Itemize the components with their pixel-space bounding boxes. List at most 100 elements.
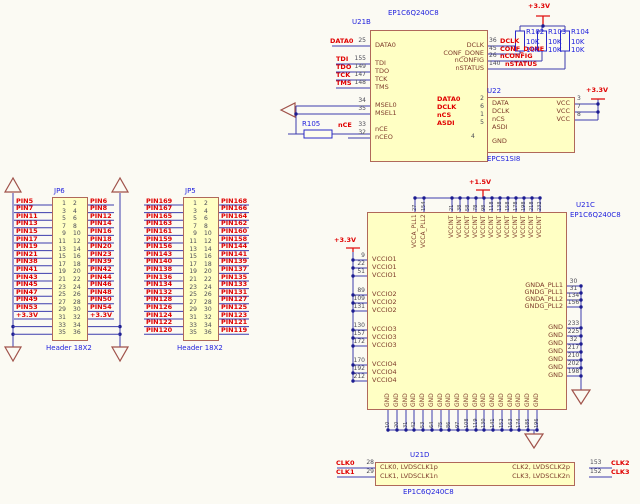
u21c-pin-name: GND [499, 393, 506, 407]
u21c-pin-name: GNDG_PLL2 [487, 303, 563, 310]
u21c-pin-name: VCCIO3 [372, 342, 397, 349]
u21c-pin-name: GND [487, 356, 563, 363]
pin-number: 198 [567, 369, 580, 376]
pin-number: 17 [53, 262, 66, 269]
u21c-pin-name: GND [394, 393, 401, 407]
pin-number: 210 [567, 353, 580, 360]
junction-dot [474, 428, 477, 431]
pin-number: 9 [342, 253, 365, 260]
port-arrow-jp6-bottom-left [5, 347, 21, 361]
resistor-ref: R102 [526, 29, 544, 37]
net-label: nSTATUS [505, 61, 537, 68]
pin-number: 29 [184, 307, 197, 314]
u21c-pin-name: VCCINT [521, 215, 528, 237]
pin-number: 141 [491, 418, 497, 428]
pin-number: 24 [73, 285, 81, 292]
junction-dot [491, 428, 494, 431]
junction-dot [294, 112, 297, 115]
pin-number: 28 [73, 300, 81, 307]
pin-number: 21 [53, 277, 66, 284]
pin-number: 16 [73, 254, 81, 261]
pin-number: 7 [53, 224, 66, 231]
pin-number: 192 [342, 366, 365, 373]
resistor-value: 10K [526, 47, 540, 55]
power-label-1v5: +1.5V [469, 179, 491, 186]
jp6-net-label: +3.3V [90, 312, 112, 319]
u21c-pin-name: VCCINT [465, 215, 472, 237]
pin-number: 2 [73, 201, 77, 208]
u21c-pin-name: GND [487, 340, 563, 347]
pin-number: 25 [184, 292, 197, 299]
u21d-pin-name: CLK1, LVDSCLK1n [380, 473, 438, 480]
pin-number: 33 [184, 323, 197, 330]
u21c-pin-name: VCCIO4 [372, 377, 397, 384]
junction-dot [422, 196, 425, 199]
pin-number: 64 [430, 421, 436, 427]
u21c-pin-name: GND [473, 393, 480, 407]
u22-pin-name: VCC [543, 100, 570, 107]
u21c-pin-name: GND [385, 393, 392, 407]
pin-number: 5 [53, 216, 66, 223]
pin-number: 30 [204, 307, 212, 314]
junction-dot [413, 196, 416, 199]
pin-number: 98 [482, 204, 488, 210]
jp6-net-label: PIN54 [90, 304, 112, 311]
u21c-pin-name: VCCIO1 [372, 264, 397, 271]
pin-number: 97 [456, 421, 462, 427]
pin-number: 2 [462, 96, 484, 103]
pin-number: 1 [462, 112, 484, 119]
jp6-net-label: PIN41 [16, 266, 38, 273]
pin-number: 109 [342, 296, 365, 303]
junction-dot [474, 196, 477, 199]
u21c-pin-name: GND [455, 393, 462, 407]
pin-number: 130 [482, 418, 488, 428]
u21c-pin-name: VCCINT [513, 215, 520, 237]
junction-dot [517, 428, 520, 431]
pin-number: 30 [73, 307, 81, 314]
jp5-net-label: PIN137 [221, 266, 247, 273]
u21c-pin-name: GND [490, 393, 497, 407]
junction-dot [596, 110, 599, 113]
jp5-designator: JP5 [185, 188, 196, 196]
pin-number: 154 [422, 201, 428, 211]
pin-number: 23 [184, 285, 197, 292]
pin-number: 19 [53, 269, 66, 276]
pin-number: 5 [462, 120, 484, 127]
u21c-designator: U21C [576, 202, 595, 210]
pin-number: 140 [489, 61, 500, 68]
pin-number: 28 [356, 460, 374, 467]
u21b-pin-name: nCEO [375, 134, 393, 141]
junction-dot [395, 428, 398, 431]
u22-designator: U22 [487, 88, 501, 96]
junction-dot [412, 428, 415, 431]
pin-number: 212 [342, 374, 365, 381]
u21c-pin-name: VCCINT [457, 215, 464, 237]
pin-number: 32 [567, 337, 580, 344]
u21c-pin-name: GND [525, 393, 532, 407]
net-label: DATA0 [330, 38, 353, 45]
pin-number: 26 [489, 53, 497, 60]
pin-number: 26 [204, 292, 212, 299]
pin-number: 8 [73, 224, 77, 231]
pin-number: 78 [474, 204, 480, 210]
pin-number: 34 [340, 98, 366, 105]
pin-number: 9 [53, 231, 66, 238]
jp5-net-label: PIN160 [221, 228, 247, 235]
pin-number: 13 [53, 247, 66, 254]
junction-dot [447, 428, 450, 431]
pin-number: 20 [73, 269, 81, 276]
u21c-pin-name: GND [487, 364, 563, 371]
junction-dot [482, 428, 485, 431]
u21c-pin-name: GND [464, 393, 471, 407]
pin-number: 14 [73, 247, 81, 254]
pin-number: 2 [204, 201, 208, 208]
schematic-sheet: U21B EP1C6Q240C8 U22 EPCS1SI8 JP6 Header… [0, 0, 640, 504]
u21c-pin-name: VCCINT [529, 215, 536, 237]
jp6-part: Header 18X2 [46, 345, 92, 353]
pin-number: 5 [184, 216, 197, 223]
u21b-pin-name: TDO [375, 68, 389, 75]
pin-number: 163 [509, 418, 515, 428]
u21c-pin-name: VCCINT [505, 215, 512, 237]
u21b-pin-name: MSEL0 [375, 102, 397, 109]
resistor-value: 10K [571, 47, 585, 55]
